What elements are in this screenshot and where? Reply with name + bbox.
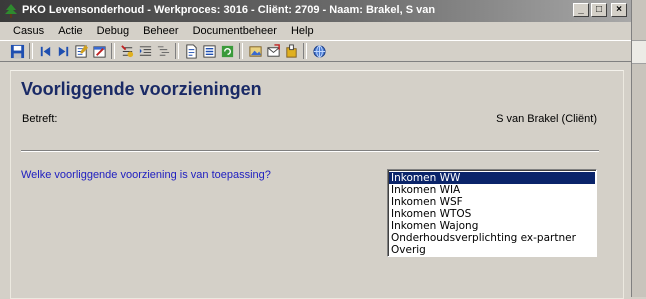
indent-icon[interactable]: [136, 42, 154, 60]
image-icon[interactable]: [246, 42, 264, 60]
betreft-label: Betreft:: [22, 113, 58, 125]
save-icon[interactable]: [8, 42, 26, 60]
listbox-option[interactable]: Inkomen WSF: [389, 196, 595, 208]
globe-icon[interactable]: [310, 42, 328, 60]
toolbar: [0, 40, 631, 62]
toolbar-separator: [303, 43, 307, 59]
first-record-icon[interactable]: [36, 42, 54, 60]
background-toolbar-strip: [632, 40, 646, 64]
listbox-option[interactable]: Inkomen WW: [389, 172, 595, 184]
background-window-edge: [632, 0, 646, 297]
listbox-option[interactable]: Inkomen WIA: [389, 184, 595, 196]
page-title: Voorliggende voorzieningen: [21, 79, 262, 99]
tree-app-icon: [3, 3, 19, 19]
toolbar-separator: [175, 43, 179, 59]
menu-bar: Casus Actie Debug Beheer Documentbeheer …: [0, 22, 631, 40]
voorziening-listbox[interactable]: Inkomen WW Inkomen WIA Inkomen WSF Inkomen …: [387, 169, 597, 257]
menu-debug[interactable]: Debug: [90, 25, 136, 37]
listbox-option[interactable]: Inkomen WTOS: [389, 208, 595, 220]
menu-beheer[interactable]: Beheer: [136, 25, 185, 37]
form-panel: Voorliggende voorzieningen Betreft: S va…: [10, 70, 624, 299]
minimize-button[interactable]: _: [573, 3, 589, 17]
send-icon[interactable]: [264, 42, 282, 60]
divider: [21, 150, 599, 152]
refresh-icon[interactable]: [218, 42, 236, 60]
betreft-value: S van Brakel (Cliënt): [496, 113, 597, 125]
insert-icon[interactable]: [118, 42, 136, 60]
toolbar-separator: [29, 43, 33, 59]
window-controls: _ □ ×: [573, 3, 627, 17]
toolbar-separator: [239, 43, 243, 59]
title-bar[interactable]: PKO Levensonderhoud - Werkproces: 3016 -…: [0, 0, 631, 22]
list-icon[interactable]: [200, 42, 218, 60]
listbox-option[interactable]: Overig: [389, 244, 595, 256]
toolbar-separator: [111, 43, 115, 59]
menu-help[interactable]: Help: [284, 25, 321, 37]
last-record-icon[interactable]: [54, 42, 72, 60]
application-window: PKO Levensonderhoud - Werkproces: 3016 -…: [0, 0, 632, 299]
window-title: PKO Levensonderhoud - Werkproces: 3016 -…: [22, 4, 436, 16]
document-icon[interactable]: [182, 42, 200, 60]
archive-icon[interactable]: [282, 42, 300, 60]
listbox-option[interactable]: Onderhoudsverplichting ex-partner: [389, 232, 595, 244]
menu-casus[interactable]: Casus: [6, 25, 51, 37]
listbox-option[interactable]: Inkomen Wajong: [389, 220, 595, 232]
question-label: Welke voorliggende voorziening is van to…: [21, 169, 271, 181]
notes-icon[interactable]: [72, 42, 90, 60]
menu-actie[interactable]: Actie: [51, 25, 89, 37]
outline-icon[interactable]: [154, 42, 172, 60]
maximize-button[interactable]: □: [591, 3, 607, 17]
menu-documentbeheer[interactable]: Documentbeheer: [186, 25, 284, 37]
edit-form-icon[interactable]: [90, 42, 108, 60]
close-button[interactable]: ×: [611, 3, 627, 17]
